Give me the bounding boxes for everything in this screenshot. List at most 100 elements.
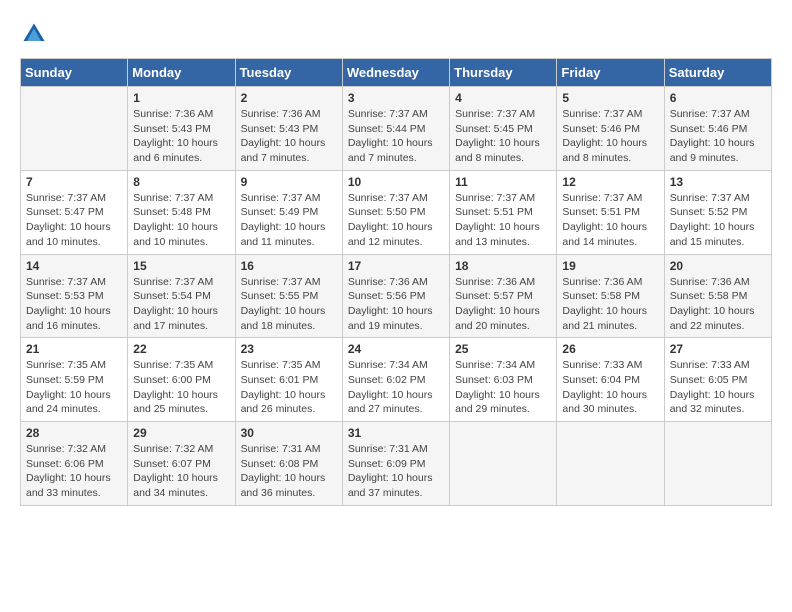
day-header-friday: Friday (557, 59, 664, 87)
day-number: 5 (562, 91, 658, 105)
day-number: 25 (455, 342, 551, 356)
calendar-cell: 9 Sunrise: 7:37 AM Sunset: 5:49 PM Daylig… (235, 170, 342, 254)
calendar-cell: 7 Sunrise: 7:37 AM Sunset: 5:47 PM Daylig… (21, 170, 128, 254)
day-header-thursday: Thursday (450, 59, 557, 87)
calendar-cell: 26Sunrise: 7:33 AM Sunset: 6:04 PM Dayli… (557, 338, 664, 422)
day-number: 21 (26, 342, 122, 356)
day-info: Sunrise: 7:37 AM Sunset: 5:46 PM Dayligh… (562, 107, 658, 166)
calendar-cell: 5 Sunrise: 7:37 AM Sunset: 5:46 PM Daylig… (557, 87, 664, 171)
day-info: Sunrise: 7:37 AM Sunset: 5:46 PM Dayligh… (670, 107, 766, 166)
day-number: 4 (455, 91, 551, 105)
day-info: Sunrise: 7:36 AM Sunset: 5:58 PM Dayligh… (670, 275, 766, 334)
logo-icon (20, 20, 48, 48)
day-number: 22 (133, 342, 229, 356)
calendar-cell (557, 422, 664, 506)
calendar-week-row: 21 Sunrise: 7:35 AM Sunset: 5:59 PM Dayli… (21, 338, 772, 422)
calendar-cell: 16 Sunrise: 7:37 AM Sunset: 5:55 PM Dayli… (235, 254, 342, 338)
day-info: Sunrise: 7:37 AM Sunset: 5:48 PM Dayligh… (133, 191, 229, 250)
calendar-cell: 6Sunrise: 7:37 AM Sunset: 5:46 PM Daylig… (664, 87, 771, 171)
day-number: 8 (133, 175, 229, 189)
day-number: 17 (348, 259, 444, 273)
day-number: 9 (241, 175, 337, 189)
day-info: Sunrise: 7:36 AM Sunset: 5:43 PM Dayligh… (241, 107, 337, 166)
day-info: Sunrise: 7:32 AM Sunset: 6:06 PM Dayligh… (26, 442, 122, 501)
calendar-cell: 28 Sunrise: 7:32 AM Sunset: 6:06 PM Dayli… (21, 422, 128, 506)
calendar-cell: 22 Sunrise: 7:35 AM Sunset: 6:00 PM Dayli… (128, 338, 235, 422)
calendar-cell (664, 422, 771, 506)
calendar-cell: 3 Sunrise: 7:37 AM Sunset: 5:44 PM Daylig… (342, 87, 449, 171)
calendar-week-row: 1 Sunrise: 7:36 AM Sunset: 5:43 PM Daylig… (21, 87, 772, 171)
day-number: 10 (348, 175, 444, 189)
calendar-cell: 12Sunrise: 7:37 AM Sunset: 5:51 PM Dayli… (557, 170, 664, 254)
calendar-cell: 21 Sunrise: 7:35 AM Sunset: 5:59 PM Dayli… (21, 338, 128, 422)
day-info: Sunrise: 7:37 AM Sunset: 5:52 PM Dayligh… (670, 191, 766, 250)
calendar-cell: 15 Sunrise: 7:37 AM Sunset: 5:54 PM Dayli… (128, 254, 235, 338)
day-number: 28 (26, 426, 122, 440)
day-info: Sunrise: 7:34 AM Sunset: 6:02 PM Dayligh… (348, 358, 444, 417)
calendar-cell: 11 Sunrise: 7:37 AM Sunset: 5:51 PM Dayli… (450, 170, 557, 254)
day-info: Sunrise: 7:33 AM Sunset: 6:04 PM Dayligh… (562, 358, 658, 417)
day-info: Sunrise: 7:37 AM Sunset: 5:51 PM Dayligh… (455, 191, 551, 250)
day-info: Sunrise: 7:36 AM Sunset: 5:58 PM Dayligh… (562, 275, 658, 334)
calendar-cell (21, 87, 128, 171)
calendar-cell: 4 Sunrise: 7:37 AM Sunset: 5:45 PM Daylig… (450, 87, 557, 171)
day-info: Sunrise: 7:37 AM Sunset: 5:47 PM Dayligh… (26, 191, 122, 250)
calendar-cell: 2 Sunrise: 7:36 AM Sunset: 5:43 PM Daylig… (235, 87, 342, 171)
day-info: Sunrise: 7:36 AM Sunset: 5:57 PM Dayligh… (455, 275, 551, 334)
calendar-cell: 14Sunrise: 7:37 AM Sunset: 5:53 PM Dayli… (21, 254, 128, 338)
calendar-week-row: 28 Sunrise: 7:32 AM Sunset: 6:06 PM Dayli… (21, 422, 772, 506)
day-number: 23 (241, 342, 337, 356)
day-info: Sunrise: 7:37 AM Sunset: 5:44 PM Dayligh… (348, 107, 444, 166)
day-info: Sunrise: 7:35 AM Sunset: 6:00 PM Dayligh… (133, 358, 229, 417)
day-info: Sunrise: 7:37 AM Sunset: 5:53 PM Dayligh… (26, 275, 122, 334)
calendar-cell: 10 Sunrise: 7:37 AM Sunset: 5:50 PM Dayli… (342, 170, 449, 254)
day-info: Sunrise: 7:37 AM Sunset: 5:55 PM Dayligh… (241, 275, 337, 334)
day-number: 18 (455, 259, 551, 273)
day-number: 15 (133, 259, 229, 273)
calendar-week-row: 14Sunrise: 7:37 AM Sunset: 5:53 PM Dayli… (21, 254, 772, 338)
day-number: 20 (670, 259, 766, 273)
day-info: Sunrise: 7:35 AM Sunset: 6:01 PM Dayligh… (241, 358, 337, 417)
day-header-wednesday: Wednesday (342, 59, 449, 87)
calendar-table: SundayMondayTuesdayWednesdayThursdayFrid… (20, 58, 772, 506)
logo (20, 20, 52, 48)
day-number: 31 (348, 426, 444, 440)
calendar-cell: 31Sunrise: 7:31 AM Sunset: 6:09 PM Dayli… (342, 422, 449, 506)
day-number: 2 (241, 91, 337, 105)
calendar-cell (450, 422, 557, 506)
calendar-header-row: SundayMondayTuesdayWednesdayThursdayFrid… (21, 59, 772, 87)
day-number: 16 (241, 259, 337, 273)
day-number: 7 (26, 175, 122, 189)
day-number: 3 (348, 91, 444, 105)
calendar-cell: 30 Sunrise: 7:31 AM Sunset: 6:08 PM Dayli… (235, 422, 342, 506)
day-number: 27 (670, 342, 766, 356)
day-number: 30 (241, 426, 337, 440)
day-info: Sunrise: 7:35 AM Sunset: 5:59 PM Dayligh… (26, 358, 122, 417)
day-info: Sunrise: 7:31 AM Sunset: 6:08 PM Dayligh… (241, 442, 337, 501)
day-info: Sunrise: 7:37 AM Sunset: 5:49 PM Dayligh… (241, 191, 337, 250)
calendar-cell: 13 Sunrise: 7:37 AM Sunset: 5:52 PM Dayli… (664, 170, 771, 254)
day-info: Sunrise: 7:33 AM Sunset: 6:05 PM Dayligh… (670, 358, 766, 417)
day-header-saturday: Saturday (664, 59, 771, 87)
day-info: Sunrise: 7:37 AM Sunset: 5:54 PM Dayligh… (133, 275, 229, 334)
calendar-cell: 18 Sunrise: 7:36 AM Sunset: 5:57 PM Dayli… (450, 254, 557, 338)
calendar-cell: 19 Sunrise: 7:36 AM Sunset: 5:58 PM Dayli… (557, 254, 664, 338)
day-number: 11 (455, 175, 551, 189)
day-header-monday: Monday (128, 59, 235, 87)
day-info: Sunrise: 7:36 AM Sunset: 5:56 PM Dayligh… (348, 275, 444, 334)
day-info: Sunrise: 7:37 AM Sunset: 5:51 PM Dayligh… (562, 191, 658, 250)
calendar-week-row: 7 Sunrise: 7:37 AM Sunset: 5:47 PM Daylig… (21, 170, 772, 254)
day-info: Sunrise: 7:32 AM Sunset: 6:07 PM Dayligh… (133, 442, 229, 501)
day-number: 1 (133, 91, 229, 105)
calendar-cell: 24 Sunrise: 7:34 AM Sunset: 6:02 PM Dayli… (342, 338, 449, 422)
day-info: Sunrise: 7:37 AM Sunset: 5:50 PM Dayligh… (348, 191, 444, 250)
day-number: 13 (670, 175, 766, 189)
day-info: Sunrise: 7:37 AM Sunset: 5:45 PM Dayligh… (455, 107, 551, 166)
calendar-cell: 25Sunrise: 7:34 AM Sunset: 6:03 PM Dayli… (450, 338, 557, 422)
page-header (20, 20, 772, 48)
calendar-cell: 20 Sunrise: 7:36 AM Sunset: 5:58 PM Dayli… (664, 254, 771, 338)
calendar-cell: 27 Sunrise: 7:33 AM Sunset: 6:05 PM Dayli… (664, 338, 771, 422)
day-number: 29 (133, 426, 229, 440)
day-number: 24 (348, 342, 444, 356)
day-number: 19 (562, 259, 658, 273)
